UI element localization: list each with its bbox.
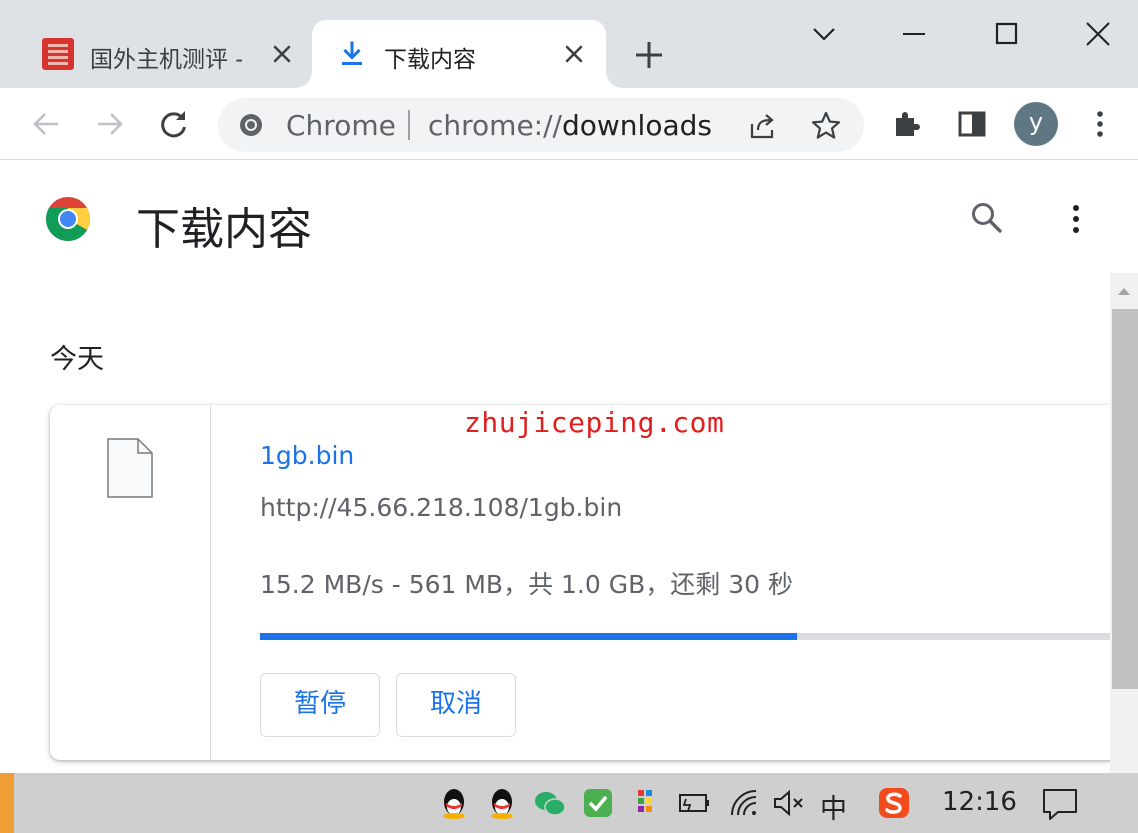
progress-fill [260,633,797,640]
file-url[interactable]: http://45.66.218.108/1gb.bin [260,493,622,522]
toolbar: Chrome chrome://downloads y [0,88,1138,160]
volume-muted-icon[interactable] [770,785,806,821]
side-panel-icon[interactable] [954,106,990,142]
taskbar: 中 12:16 [0,773,1138,833]
url-host: downloads [561,109,712,142]
close-tab-icon[interactable] [268,40,296,68]
qq-icon[interactable] [436,785,472,821]
progress-bar [260,633,1112,640]
chrome-menu-icon[interactable] [1082,106,1118,142]
new-tab-icon[interactable] [632,38,666,72]
chevron-down-icon[interactable] [804,14,844,54]
wifi-icon[interactable] [726,785,762,821]
tab-downloads[interactable]: 下载内容 [296,20,622,88]
back-icon[interactable] [28,106,64,142]
site-label: Chrome [286,109,396,142]
site-favicon-icon [42,38,74,70]
notification-icon[interactable] [1040,785,1080,823]
reload-icon[interactable] [156,106,192,142]
tab-title: 国外主机测评 - [90,47,242,73]
watermark: zhujiceping.com [464,406,725,439]
battery-icon[interactable] [676,785,712,821]
input-method-indicator[interactable]: 中 [820,787,847,826]
scroll-thumb[interactable] [1112,309,1138,689]
taskbar-clock[interactable]: 12:16 [942,787,1017,817]
extensions-icon[interactable] [890,106,926,142]
download-status: 15.2 MB/s - 561 MB，共 1.0 GB，还剩 30 秒 [260,570,793,599]
scrollbar[interactable] [1110,273,1138,773]
share-icon[interactable] [746,110,778,142]
qq-icon[interactable] [484,785,520,821]
close-icon[interactable] [1078,14,1118,54]
maximize-icon[interactable] [986,14,1026,54]
scroll-up-icon[interactable] [1110,273,1138,309]
file-name-link[interactable]: 1gb.bin [260,441,354,470]
tab-title: 下载内容 [384,47,476,73]
tab-strip: 国外主机测评 - 下载内容 [0,0,1138,88]
color-grid-icon[interactable] [628,785,664,821]
security-check-icon[interactable] [580,785,616,821]
sogou-input-icon[interactable] [876,785,912,821]
separator [408,110,410,140]
more-actions-icon[interactable] [1060,199,1092,239]
forward-icon[interactable] [92,106,128,142]
bookmark-star-icon[interactable] [810,110,842,142]
minimize-icon[interactable] [894,14,934,54]
profile-avatar[interactable]: y [1014,102,1058,146]
wechat-icon[interactable] [532,785,568,821]
search-icon[interactable] [968,199,1006,237]
section-date: 今天 [50,344,104,375]
url-scheme: chrome:// [428,109,562,142]
file-icon [107,438,153,498]
chrome-icon [240,114,262,136]
download-item: 1gb.bin http://45.66.218.108/1gb.bin 15.… [50,405,1112,760]
download-icon [342,41,362,65]
card-divider [210,405,211,760]
pause-button[interactable]: 暂停 [260,673,380,737]
chrome-logo-icon [46,197,90,241]
downloads-page: 下载内容 今天 1gb.bin http://45.66.218.108/1gb… [0,161,1138,773]
url-text[interactable]: chrome://downloads [428,109,712,142]
page-title: 下载内容 [136,204,312,255]
close-tab-icon[interactable] [560,40,588,68]
taskbar-app-edge[interactable] [0,773,14,833]
cancel-button[interactable]: 取消 [396,673,516,737]
tab-zhujiceping[interactable]: 国外主机测评 - [28,20,308,88]
address-bar[interactable]: Chrome chrome://downloads [218,98,864,152]
